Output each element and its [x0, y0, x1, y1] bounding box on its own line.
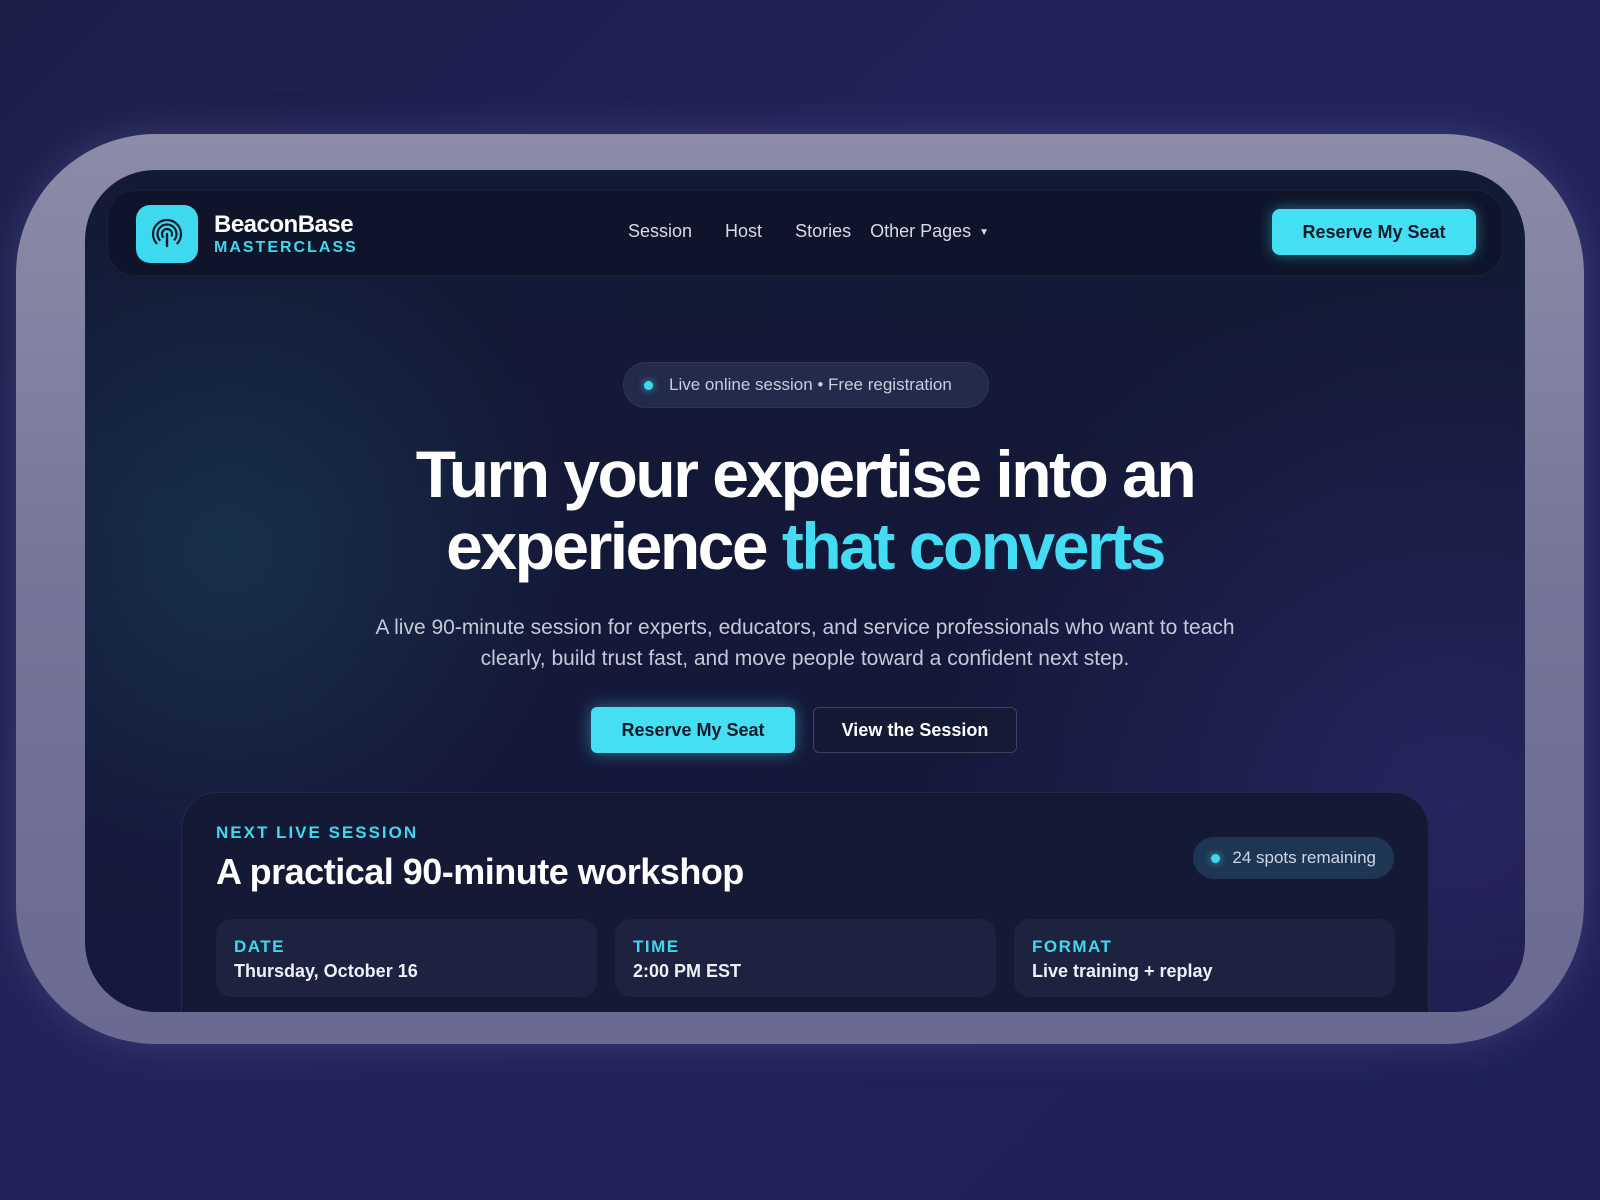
- browser-viewport: BeaconBase MASTERCLASS Session Host Stor…: [85, 170, 1525, 1012]
- headline-line-1: Turn your expertise into an: [415, 437, 1197, 511]
- detail-value: Live training + replay: [1032, 961, 1213, 981]
- detail-date: DATE Thursday, October 16: [216, 919, 597, 997]
- hero-description: A live 90-minute session for experts, ed…: [375, 616, 1235, 670]
- brand-logo[interactable]: [136, 205, 198, 263]
- next-session-card: NEXT LIVE SESSION A practical 90-minute …: [181, 792, 1429, 1012]
- card-kicker: NEXT LIVE SESSION: [216, 823, 419, 842]
- hero-headline: Turn your expertise into an experience t…: [85, 438, 1525, 582]
- nav-link-other-pages-label: Other Pages: [870, 221, 972, 241]
- spots-text: 24 spots remaining: [1232, 848, 1376, 867]
- hero-reserve-seat-button[interactable]: Reserve My Seat: [591, 707, 795, 753]
- detail-time: TIME 2:00 PM EST: [615, 919, 996, 997]
- chevron-down-icon: ▼: [979, 227, 990, 238]
- card-title: A practical 90-minute workshop: [216, 851, 744, 892]
- brand-name[interactable]: BeaconBase: [214, 211, 354, 239]
- nav-link-stories[interactable]: Stories: [795, 221, 851, 242]
- nav-link-session[interactable]: Session: [628, 221, 692, 242]
- detail-label: DATE: [234, 937, 286, 956]
- nav-link-other-pages[interactable]: Other Pages ▼: [870, 221, 989, 242]
- detail-format: FORMAT Live training + replay: [1014, 919, 1395, 997]
- detail-label: TIME: [633, 937, 680, 956]
- nav-reserve-seat-button[interactable]: Reserve My Seat: [1272, 209, 1476, 255]
- pill-text: Live online session • Free registration: [669, 375, 952, 394]
- nav-links: Session Host Stories Other Pages ▼: [628, 221, 989, 242]
- status-dot: [1211, 853, 1221, 863]
- nav-link-host[interactable]: Host: [725, 221, 762, 242]
- detail-value: 2:00 PM EST: [633, 961, 742, 981]
- brand-subtitle: MASTERCLASS: [214, 239, 358, 256]
- headline-line-2-plain: experience: [446, 509, 768, 583]
- broadcast-signal-icon: [151, 218, 183, 250]
- session-details: DATE Thursday, October 16 TIME 2:00 PM E…: [216, 919, 1395, 997]
- session-info-pill: Live online session • Free registration: [623, 362, 989, 408]
- headline-line-2-accent: that converts: [781, 509, 1166, 583]
- view-session-button[interactable]: View the Session: [813, 707, 1017, 753]
- top-navigation: BeaconBase MASTERCLASS Session Host Stor…: [107, 190, 1503, 276]
- detail-label: FORMAT: [1032, 937, 1113, 956]
- live-indicator-dot: [644, 380, 653, 390]
- spots-remaining-badge: 24 spots remaining: [1193, 837, 1394, 879]
- detail-value: Thursday, October 16: [234, 961, 418, 981]
